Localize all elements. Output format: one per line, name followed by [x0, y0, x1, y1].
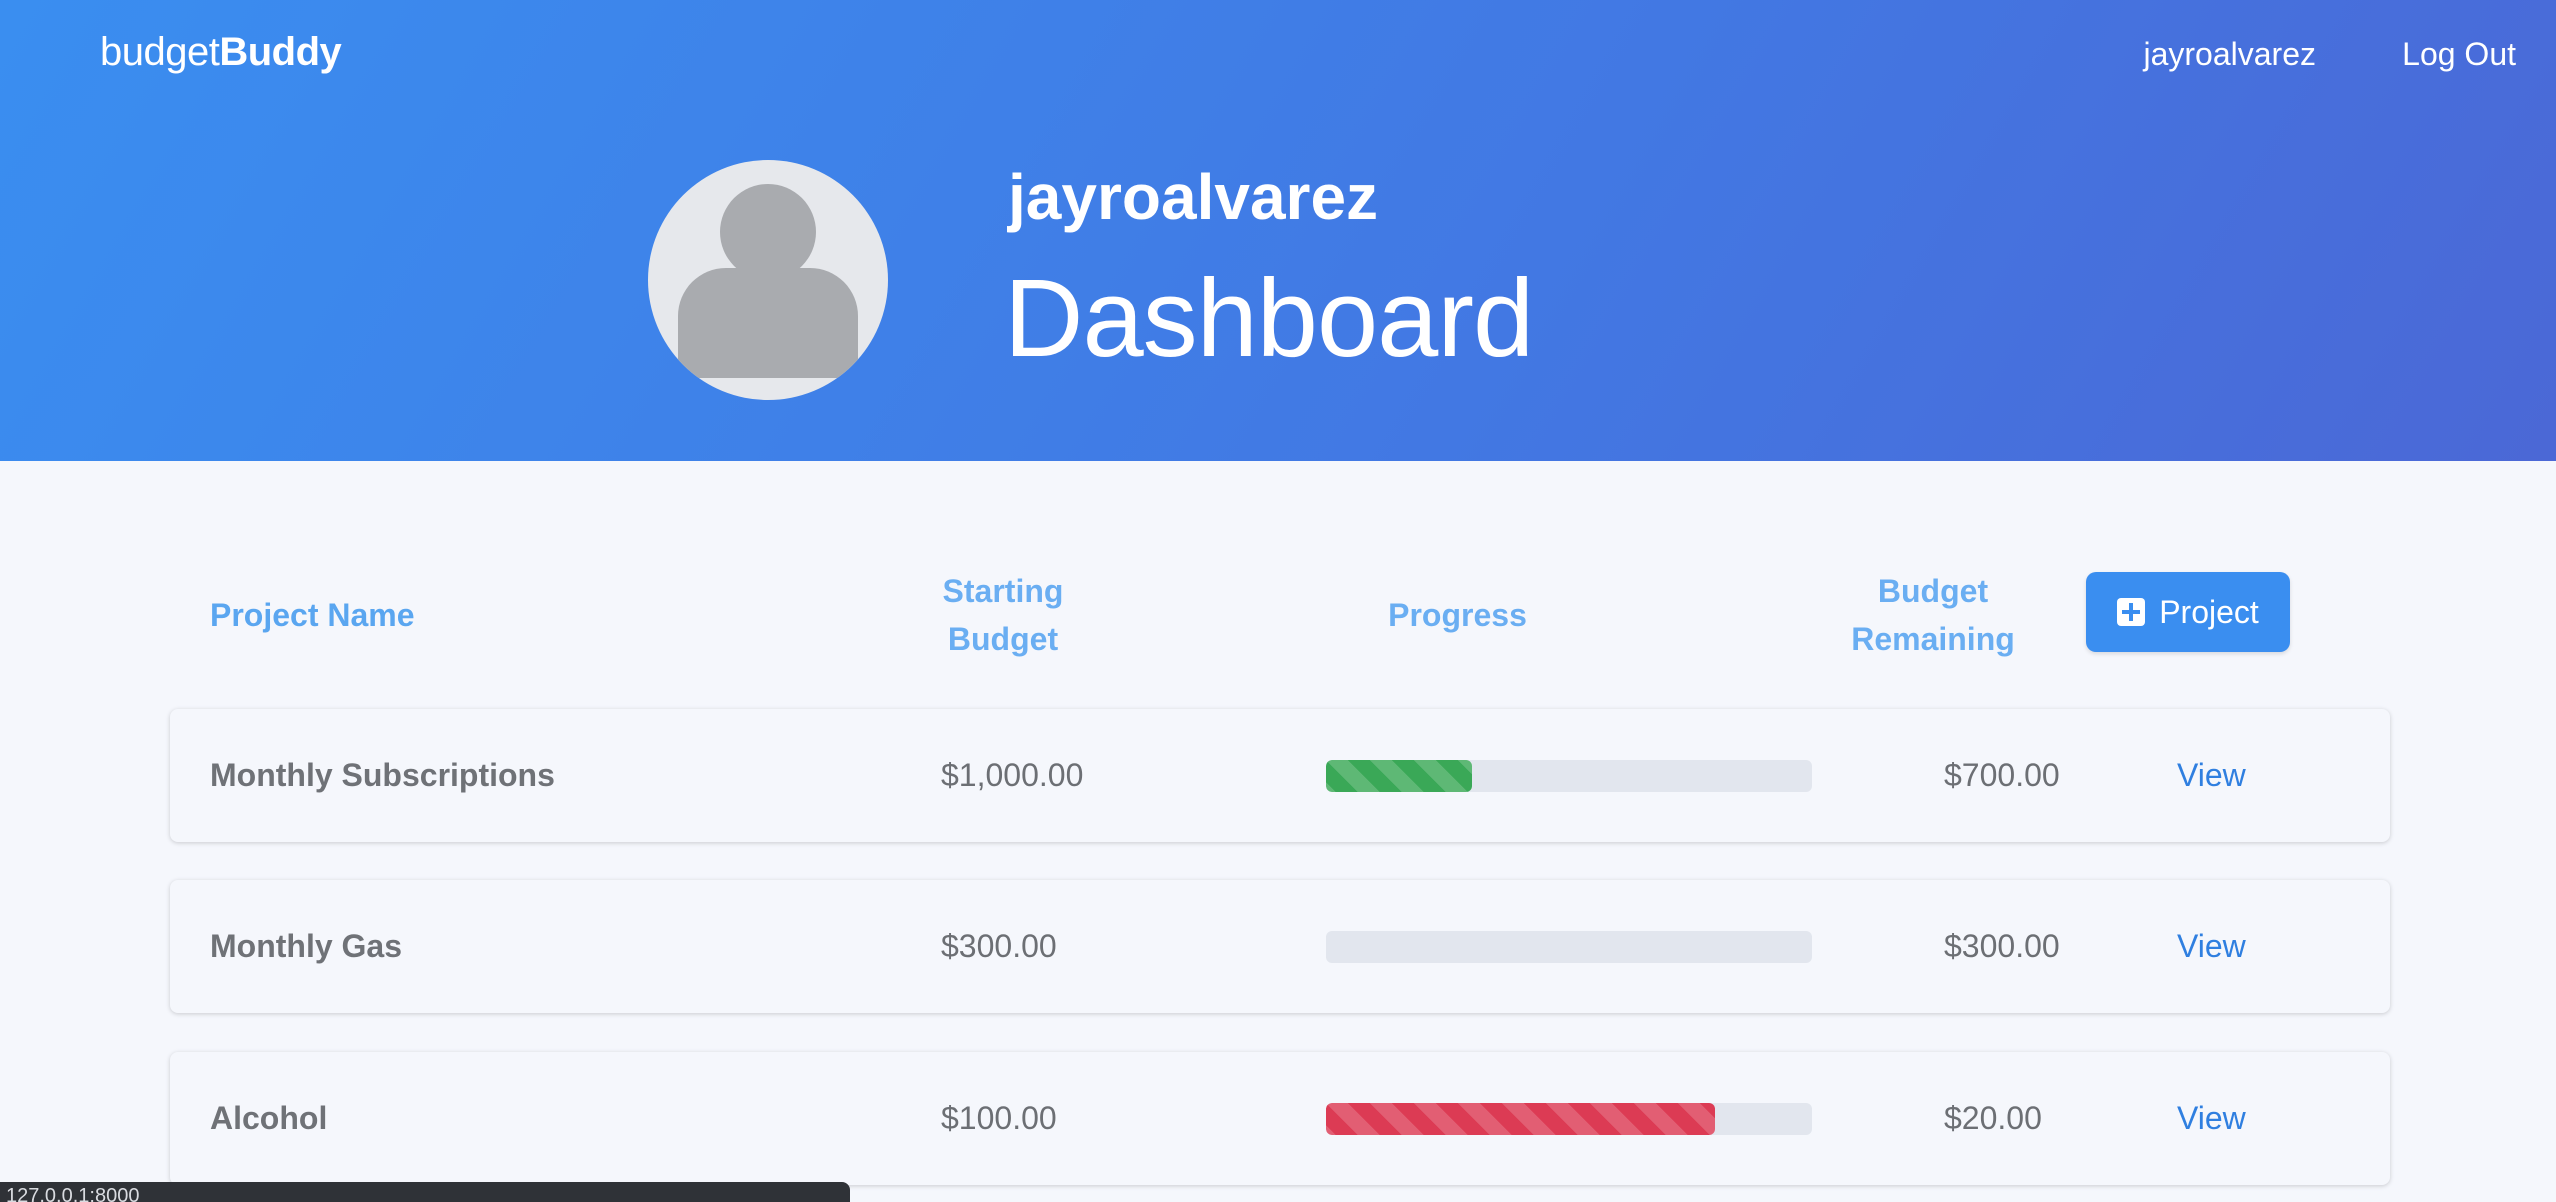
budget-remaining: $300.00	[1944, 928, 2060, 964]
header-starting-budget-line2: Budget	[947, 621, 1059, 657]
user-avatar-placeholder-icon	[648, 160, 888, 400]
table-header-row: Project Name Starting Budget Progress Bu…	[0, 560, 2556, 670]
plus-square-icon	[2117, 598, 2146, 626]
hero-banner: budgetBuddy jayroalvarez Log Out jayroal…	[0, 0, 2556, 461]
header-starting-budget-line1: Starting	[942, 573, 1064, 609]
header-starting-budget: Starting Budget	[900, 567, 1106, 663]
progress-cell	[1326, 880, 1812, 1013]
progress-bar	[1326, 759, 1812, 792]
brand-logo[interactable]: budgetBuddy	[100, 30, 342, 75]
budget-remaining: $700.00	[1944, 757, 2060, 793]
brand-bold-text: Buddy	[219, 30, 342, 74]
project-row: Monthly Subscriptions $1,000.00 $700.00 …	[170, 709, 2390, 842]
starting-budget: $100.00	[941, 1100, 1057, 1136]
progress-bar-fill	[1326, 759, 1472, 792]
view-project-link[interactable]: View	[2177, 880, 2246, 1013]
project-row: Monthly Gas $300.00 $300.00 View	[170, 880, 2390, 1013]
project-name: Monthly Gas	[210, 928, 403, 964]
progress-bar	[1326, 930, 1812, 963]
project-row: Alcohol $100.00 $20.00 View	[170, 1052, 2390, 1185]
brand-light-text: budget	[100, 30, 220, 74]
project-name: Monthly Subscriptions	[210, 757, 555, 793]
budget-remaining: $20.00	[1944, 1100, 2042, 1136]
progress-bar-fill	[1326, 1102, 1715, 1135]
header-project-name: Project Name	[210, 597, 415, 633]
starting-budget: $300.00	[941, 928, 1057, 964]
project-name: Alcohol	[210, 1100, 328, 1136]
page-title: Dashboard	[1004, 257, 1534, 380]
header-budget-remaining-line1: Budget	[1877, 573, 1989, 609]
progress-cell	[1326, 709, 1812, 842]
progress-bar	[1326, 1102, 1812, 1135]
header-budget-remaining: Budget Remaining	[1820, 567, 2046, 663]
header-budget-remaining-line2: Remaining	[1851, 621, 2015, 657]
view-project-link[interactable]: View	[2177, 1052, 2246, 1185]
starting-budget: $1,000.00	[941, 757, 1084, 793]
nav-username-link[interactable]: jayroalvarez	[2143, 36, 2316, 73]
browser-status-bar: 127.0.0.1:8000	[0, 1182, 850, 1202]
logout-link[interactable]: Log Out	[2402, 36, 2516, 73]
add-project-label: Project	[2159, 593, 2259, 630]
view-project-link[interactable]: View	[2177, 709, 2246, 842]
header-progress: Progress	[1388, 597, 1527, 633]
add-project-button[interactable]: Project	[2086, 572, 2290, 652]
progress-cell	[1326, 1052, 1812, 1185]
profile-username: jayroalvarez	[1008, 161, 1379, 233]
